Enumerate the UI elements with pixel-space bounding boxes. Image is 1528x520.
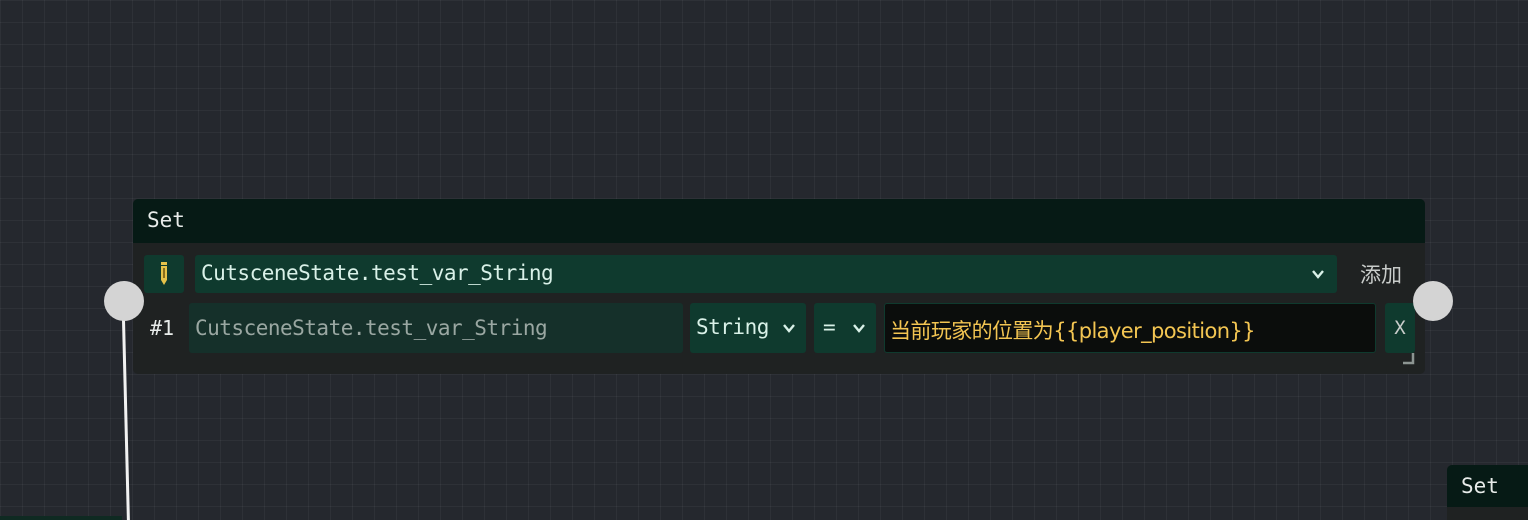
edit-button[interactable] [144,255,184,293]
variable-name-field[interactable]: CutsceneState.test_var_String [189,303,683,353]
set-node[interactable]: Set CutsceneState.test_var_String 添加 #1 [133,199,1425,374]
type-value: String [696,315,769,339]
operator-dropdown[interactable]: = [814,303,876,353]
value-text: 当前玩家的位置为{{player_position}} [890,319,1256,343]
variable-name-value: CutsceneState.test_var_String [195,316,548,340]
node-title: Set [1461,474,1499,498]
pencil-icon [161,262,167,285]
type-dropdown[interactable]: String [690,303,806,353]
remove-row-button[interactable]: X [1385,303,1415,353]
value-input[interactable]: 当前玩家的位置为{{player_position}} [884,303,1376,353]
row-index: #1 [150,316,175,340]
variable-select-row: CutsceneState.test_var_String 添加 [133,255,1425,293]
input-port[interactable] [104,281,144,321]
connection-wire [122,319,131,520]
chevron-down-icon [1312,270,1324,279]
chevron-down-icon [853,324,865,333]
add-button[interactable]: 添加 [1347,255,1415,293]
set-node-partial[interactable]: Set [1447,465,1528,520]
node-header[interactable]: Set [1447,465,1528,507]
chevron-down-icon [783,324,795,333]
variable-select-dropdown[interactable]: CutsceneState.test_var_String [195,255,1337,293]
resize-handle-icon[interactable] [1401,351,1415,365]
output-port[interactable] [1413,281,1453,321]
assignment-row: #1 CutsceneState.test_var_String String … [133,303,1425,353]
node-header[interactable]: Set [133,199,1425,243]
node-title: Set [147,208,185,232]
variable-select-value: CutsceneState.test_var_String [201,261,554,285]
offscreen-node-edge [0,516,122,520]
operator-value: = [823,315,836,339]
